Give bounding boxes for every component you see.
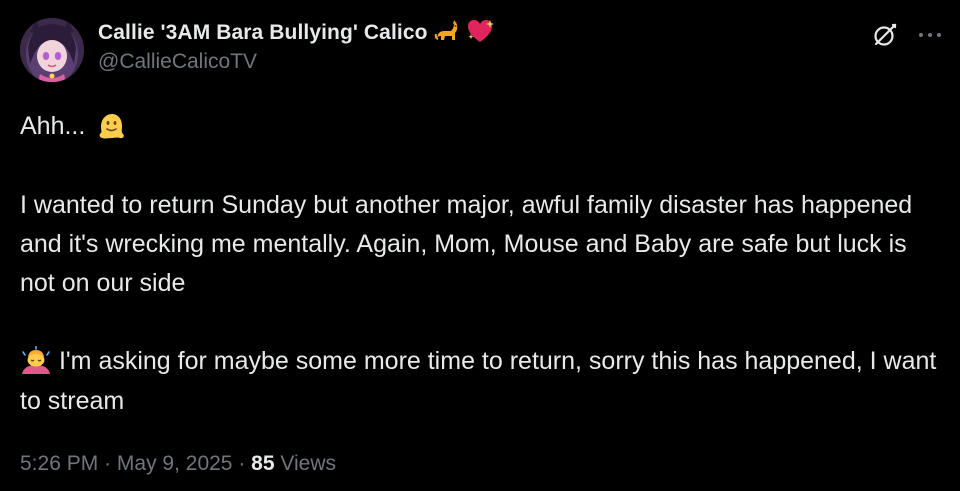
more-icon[interactable] [918, 31, 942, 39]
tweet-paragraph-3-text: I'm asking for maybe some more time to r… [20, 346, 937, 415]
tweet-paragraph-2: I wanted to return Sunday but another ma… [20, 190, 913, 297]
tweet: Callie '3AM Bara Bullying' Calico @Calli… [0, 0, 960, 491]
sparkling-heart-emoji [466, 18, 496, 49]
tweet-paragraph-3: I'm asking for maybe some more time to r… [20, 342, 940, 421]
meta-separator: · [238, 452, 246, 475]
meta-separator: · [104, 452, 112, 475]
header-actions [872, 22, 942, 48]
melting-face-emoji [96, 108, 126, 147]
avatar[interactable] [20, 18, 84, 82]
cat-emoji [434, 18, 460, 49]
tweet-date[interactable]: May 9, 2025 [117, 452, 233, 475]
handle[interactable]: @CallieCalicoTV [98, 50, 496, 74]
grok-icon[interactable] [872, 22, 898, 48]
tweet-text: Ahh... I wanted to return Sunday but ano… [20, 107, 940, 421]
author-block: Callie '3AM Bara Bullying' Calico @Calli… [98, 18, 496, 74]
person-bowing-emoji [20, 343, 52, 382]
tweet-meta: 5:26 PM · May 9, 2025 · 85 Views [20, 452, 336, 476]
views-count[interactable]: 85 [251, 452, 274, 475]
display-name-row: Callie '3AM Bara Bullying' Calico [98, 18, 496, 49]
tweet-line-1: Ahh... [20, 107, 940, 147]
tweet-line-1-text: Ahh... [20, 112, 86, 140]
views-label: Views [280, 452, 337, 475]
tweet-time[interactable]: 5:26 PM [20, 452, 98, 475]
display-name[interactable]: Callie '3AM Bara Bullying' Calico [98, 21, 428, 45]
